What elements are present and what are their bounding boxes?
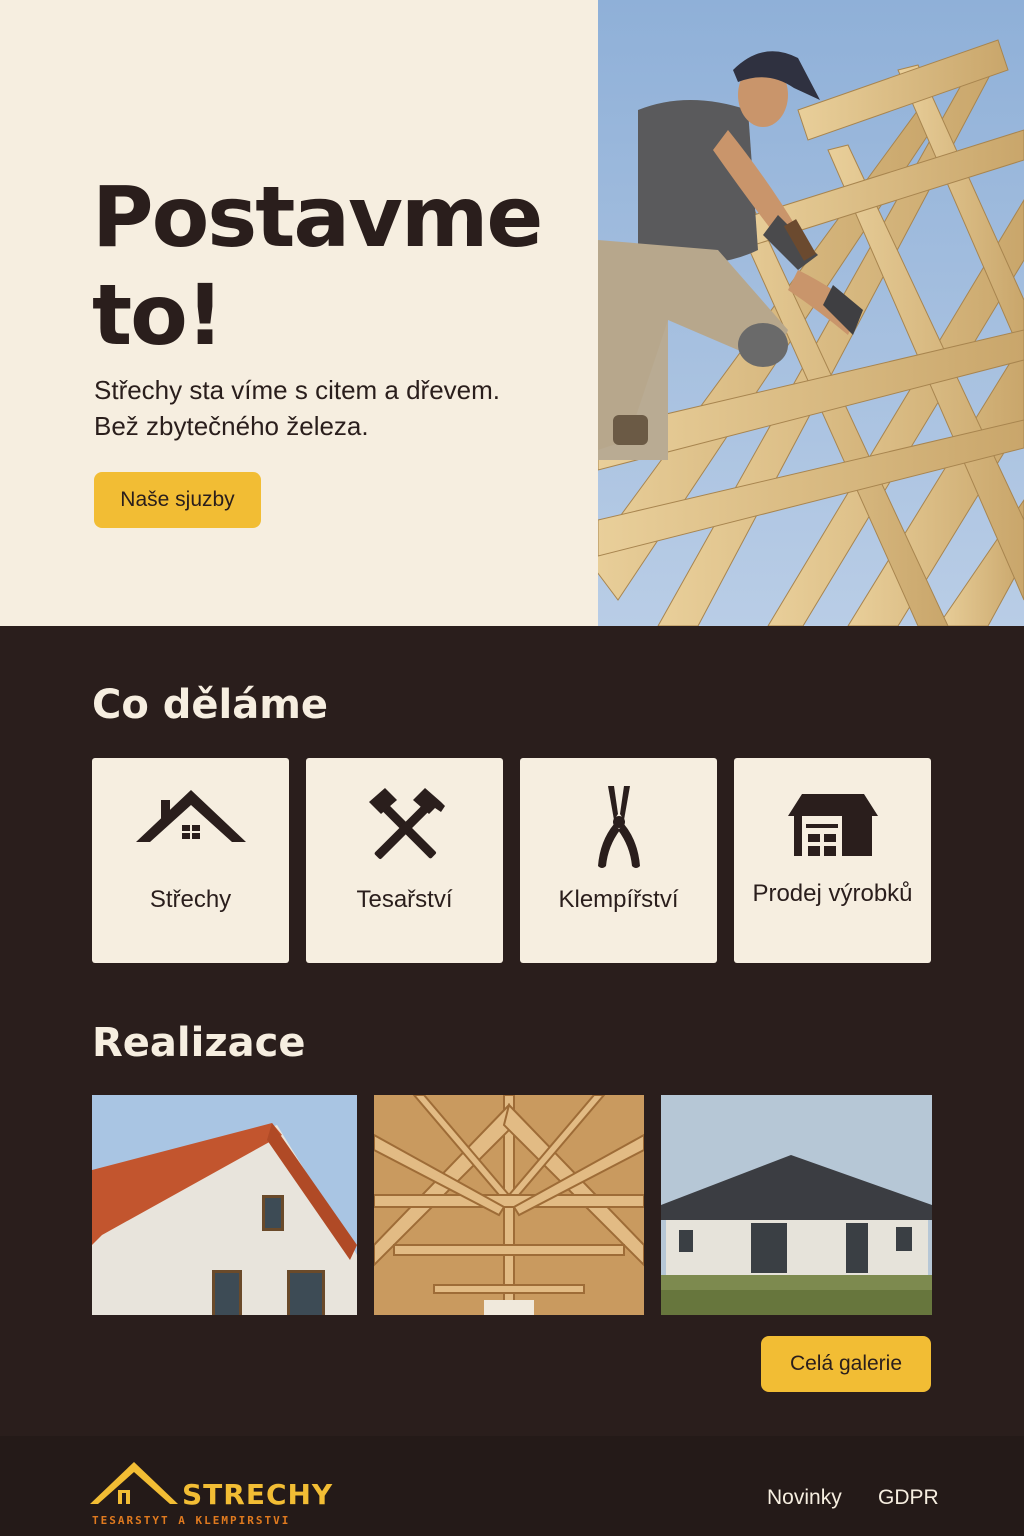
house-roof-icon xyxy=(92,788,289,868)
gallery-photo-roof-truss[interactable] xyxy=(374,1095,644,1315)
gallery-photo-bungalow[interactable] xyxy=(661,1095,932,1315)
services-cta-button[interactable]: Naše sjuzby xyxy=(94,472,261,528)
service-label: Tesařství xyxy=(356,886,453,913)
service-card-prodej[interactable]: Prodej výrobků xyxy=(734,758,931,963)
hero-photo-roofer xyxy=(598,0,1024,626)
hero-section: Postavme to! Střechy sta víme s citem a … xyxy=(0,0,1024,626)
hero-subtitle-line1: Střechy sta víme s citem a dřevem. xyxy=(94,375,501,405)
hero-subtitle-line2: Bež zbytečného železa. xyxy=(94,411,369,441)
full-gallery-button[interactable]: Celá galerie xyxy=(761,1336,931,1392)
company-logo[interactable]: STRECHY TESARSTYT A KLEMPIRSTVI xyxy=(90,1458,350,1530)
logo-wordmark: STRECHY xyxy=(182,1478,334,1511)
pliers-icon xyxy=(520,786,717,870)
service-card-tesarstvi[interactable]: Tesařství xyxy=(306,758,503,963)
logo-tagline: TESARSTYT A KLEMPIRSTVI xyxy=(92,1514,291,1527)
warehouse-icon xyxy=(734,794,931,874)
logo-house-icon xyxy=(90,1462,178,1504)
hero-title: Postavme to! xyxy=(92,168,543,364)
service-label: Klempířství xyxy=(558,886,679,913)
gallery-photo-house-red-roof[interactable] xyxy=(92,1095,357,1315)
hammers-icon xyxy=(306,788,503,868)
footer: STRECHY TESARSTYT A KLEMPIRSTVI Novinky … xyxy=(0,1436,1024,1536)
gallery-title: Realizace xyxy=(92,1020,306,1066)
service-card-klempirstvi[interactable]: Klempířství xyxy=(520,758,717,963)
footer-link-news[interactable]: Novinky xyxy=(767,1486,842,1510)
service-card-strechy[interactable]: Střechy xyxy=(92,758,289,963)
footer-link-gdpr[interactable]: GDPR xyxy=(878,1486,939,1510)
services-title: Co děláme xyxy=(92,682,329,728)
hero-subtitle: Střechy sta víme s citem a dřevem. Bež z… xyxy=(94,372,574,444)
service-label: Prodej výrobků xyxy=(752,880,913,907)
service-label: Střechy xyxy=(149,886,232,913)
